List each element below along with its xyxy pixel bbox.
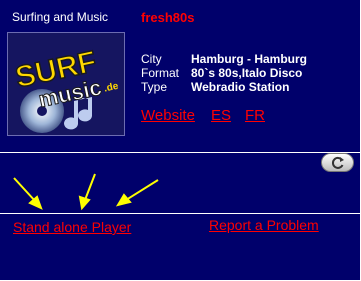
type-value: Webradio Station [191,80,290,94]
refresh-icon [331,156,344,169]
type-label: Type [141,80,168,94]
station-name: fresh80s [141,10,195,25]
city-label: City [141,52,162,66]
standalone-player-link[interactable]: Stand alone Player [13,219,131,235]
language-fr-link[interactable]: FR [245,107,265,124]
city-value: Hamburg - Hamburg [191,52,308,66]
refresh-button[interactable] [321,153,354,172]
surfmusic-logo: SURF music .de [7,32,125,136]
format-label: Format [141,66,180,80]
format-value: 80`s 80s,Italo Disco [191,66,303,80]
website-link[interactable]: Website [141,107,195,124]
player-frame: Surfing and Music fresh80s SURF music .d… [0,0,361,281]
report-problem-link[interactable]: Report a Problem [209,217,319,233]
pointer-arrows-decoration [13,173,159,211]
header-title: Surfing and Music [12,10,109,24]
language-es-link[interactable]: ES [211,107,231,124]
